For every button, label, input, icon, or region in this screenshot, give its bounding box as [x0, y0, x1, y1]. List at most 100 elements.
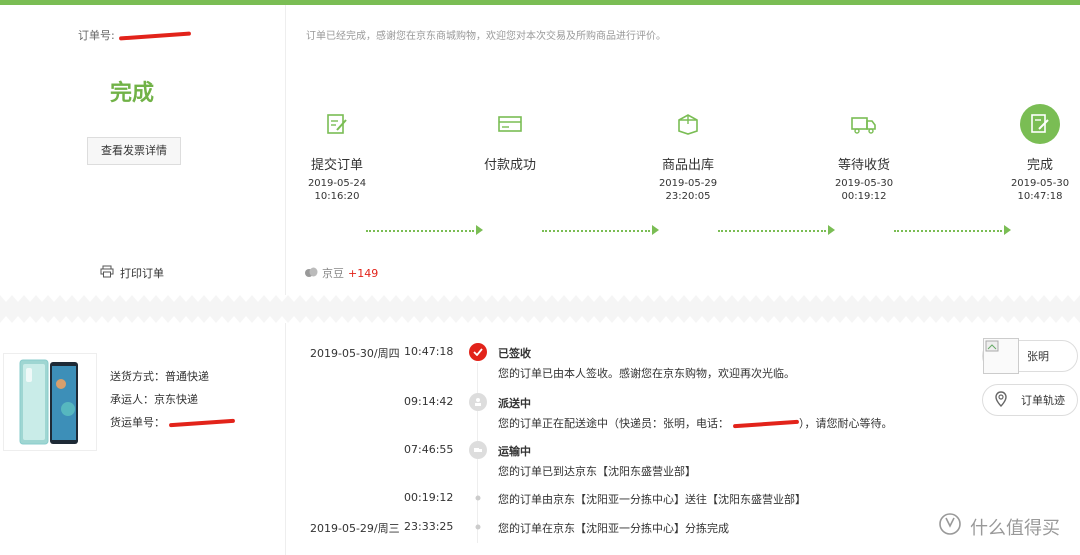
delivery-method-label: 送货方式： — [110, 370, 165, 383]
step-name: 提交订单 — [310, 158, 363, 173]
arrow-icon — [1004, 225, 1011, 235]
event-text: 您的订单在京东【沈阳亚一分拣中心】分拣完成 — [498, 522, 729, 535]
order-progress: 订单已经完成，感谢您在京东商城购物，欢迎您对本次交易及所购商品进行评价。 提交订… — [286, 5, 1080, 295]
product-image[interactable] — [3, 353, 97, 451]
box-icon — [674, 110, 702, 138]
shipping-summary: 送货方式：普通快递 承运人：京东快递 货运单号： — [0, 323, 286, 555]
step-awaiting: 等待收货 2019-05-30 00:19:12 — [819, 110, 909, 203]
progress-connector — [366, 230, 474, 234]
event-text: 您的订单已到达京东【沈阳东盛营业部】 — [498, 465, 696, 478]
dot-icon — [469, 518, 487, 536]
event-time: 23:33:25 — [404, 520, 454, 533]
event-text: 您的订单已由本人签收。感谢您在京东购物，欢迎再次光临。 — [498, 367, 795, 380]
printer-icon — [100, 265, 114, 281]
carrier-row: 承运人：京东快递 — [110, 388, 235, 411]
step-outbound: 商品出库 2019-05-29 23:20:05 — [643, 110, 733, 203]
section-divider — [0, 295, 1080, 323]
step-time: 10:47:18 — [1017, 191, 1063, 202]
order-track-button[interactable]: 订单轨迹 — [982, 384, 1078, 416]
order-track-label: 订单轨迹 — [1021, 394, 1065, 407]
site-watermark: 什么值得买 — [938, 512, 1060, 541]
step-date: 2019-05-29 — [658, 178, 718, 189]
step-time: 23:20:05 — [665, 191, 711, 202]
carrier-value: 京东快递 — [154, 393, 198, 406]
progress-steps: 提交订单 2019-05-24 10:16:20 付款成功 商品出库 2019-0… — [286, 104, 1080, 235]
event-title: 运输中 — [498, 445, 531, 458]
step-datetime: 2019-05-29 23:20:05 — [643, 177, 733, 203]
courier-card[interactable]: 张明 — [982, 338, 1078, 374]
step-datetime: 2019-05-24 10:16:20 — [292, 177, 382, 203]
order-status: 完成 — [110, 81, 155, 106]
step-datetime: 2019-05-30 00:19:12 — [819, 177, 909, 203]
arrow-icon — [476, 225, 483, 235]
step-payment: 付款成功 — [465, 110, 555, 190]
order-number-label: 订单号: — [78, 29, 115, 42]
event-text: 您的订单由京东【沈阳亚一分拣中心】送往【沈阳东盛营业部】 — [498, 493, 806, 506]
location-pin-icon — [995, 390, 1007, 410]
event-text-part: ），请您耐心等待。 — [799, 417, 893, 430]
event-time: 00:19:12 — [404, 491, 454, 504]
shipping-details: 送货方式：普通快递 承运人：京东快递 货运单号： — [110, 365, 236, 434]
print-order-link[interactable]: 打印订单 — [100, 265, 164, 281]
event-text-part: 您的订单正在配送途中（快递员：张明，电话： — [498, 417, 729, 430]
progress-connector — [542, 230, 650, 234]
edit-icon — [323, 110, 351, 138]
check-icon — [469, 343, 487, 361]
step-submit: 提交订单 2019-05-24 10:16:20 — [292, 110, 382, 203]
dot-icon — [469, 489, 487, 507]
event-time: 09:14:42 — [404, 395, 454, 408]
step-complete: 完成 2019-05-30 10:47:18 — [995, 104, 1080, 203]
tracking-timeline: 2019-05-30/周四 10:47:18 已签收 您的订单已由本人签收。感谢… — [286, 323, 966, 555]
progress-connector — [894, 230, 1002, 234]
courier-avatar — [983, 338, 1019, 374]
event-title: 派送中 — [498, 397, 531, 410]
step-date: 2019-05-30 — [834, 178, 894, 189]
event-date: 2019-05-30/周四 — [310, 347, 400, 360]
redacted-mark — [732, 419, 800, 429]
step-time: 00:19:12 — [841, 191, 887, 202]
step-datetime: 2019-05-30 10:47:18 — [995, 177, 1080, 203]
jd-bean-reward: 京豆 +149 — [304, 265, 378, 281]
watermark-logo-icon — [938, 512, 964, 541]
transit-icon — [469, 441, 487, 459]
tracking-number-label: 货运单号： — [110, 416, 165, 429]
thanks-message: 订单已经完成，感谢您在京东商城购物，欢迎您对本次交易及所购商品进行评价。 — [306, 31, 666, 42]
event-date: 2019-05-29/周三 — [310, 522, 400, 535]
step-name: 付款成功 — [483, 158, 536, 173]
event-title: 已签收 — [498, 347, 531, 360]
print-order-label: 打印订单 — [120, 267, 164, 280]
tracking-number-row: 货运单号： — [110, 411, 236, 434]
card-icon — [496, 110, 524, 138]
event-time: 10:47:18 — [404, 345, 454, 358]
watermark-text: 什么值得买 — [970, 517, 1060, 539]
arrow-icon — [828, 225, 835, 235]
carrier-label: 承运人： — [110, 393, 154, 406]
step-time: 10:16:20 — [314, 191, 360, 202]
redacted-mark — [118, 31, 191, 41]
arrow-icon — [652, 225, 659, 235]
delivery-method-value: 普通快递 — [165, 370, 209, 383]
delivery-method-row: 送货方式：普通快递 — [110, 365, 235, 388]
progress-connector — [718, 230, 826, 234]
check-doc-icon — [1020, 104, 1060, 144]
bean-icon — [304, 266, 318, 281]
view-invoice-button[interactable]: 查看发票详情 — [87, 137, 181, 165]
courier-icon — [469, 393, 487, 411]
step-date: 2019-05-30 — [1010, 178, 1070, 189]
courier-name: 张明 — [1027, 350, 1049, 363]
redacted-mark — [168, 418, 236, 428]
order-number: 订单号: — [78, 27, 191, 43]
truck-icon — [850, 110, 878, 138]
order-status-panel: 订单号: 完成 查看发票详情 打印订单 订单已经完成，感谢您在京东商城购物，欢迎… — [0, 5, 1080, 295]
step-name: 等待收货 — [837, 158, 890, 173]
order-summary: 订单号: 完成 查看发票详情 打印订单 — [0, 5, 286, 295]
event-text: 您的订单正在配送途中（快递员：张明，电话： ），请您耐心等待。 — [498, 415, 893, 431]
bean-label: 京豆 — [322, 267, 344, 280]
step-date: 2019-05-24 — [307, 178, 367, 189]
step-datetime — [465, 177, 555, 190]
shipping-section: 送货方式：普通快递 承运人：京东快递 货运单号： 2019-05-30/周四 1… — [0, 323, 1080, 555]
step-name: 商品出库 — [661, 158, 714, 173]
step-name: 完成 — [1026, 158, 1053, 173]
event-time: 07:46:55 — [404, 443, 454, 456]
bean-value: +149 — [348, 266, 379, 280]
